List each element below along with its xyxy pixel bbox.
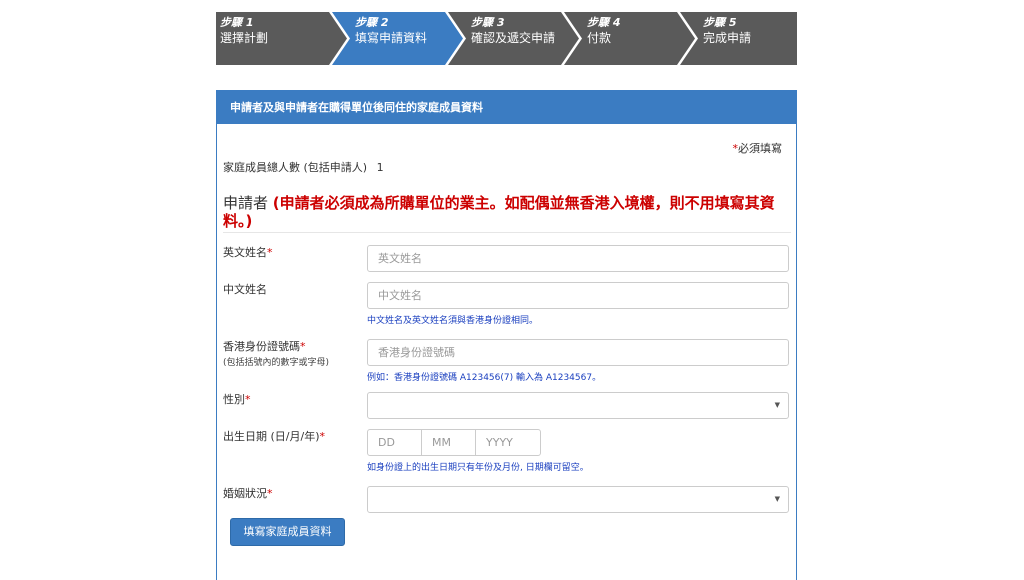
english-name-label: 英文姓名*	[223, 246, 273, 259]
dob-hint: 如身份證上的出生日期只有年份及月份, 日期欄可留空。	[367, 463, 589, 473]
marital-select[interactable]	[367, 486, 789, 513]
member-count-label: 家庭成員總人數 (包括申請人)	[223, 161, 368, 174]
dob-day-input[interactable]: DD	[367, 429, 422, 456]
step-5-shape	[680, 12, 797, 65]
step-1-shape	[216, 12, 347, 65]
chinese-name-input[interactable]: 中文姓名	[367, 282, 789, 309]
divider	[223, 232, 791, 233]
hkid-input[interactable]: 香港身份證號碼	[367, 339, 789, 366]
step-2-shape	[332, 12, 463, 65]
dob-year-input[interactable]: YYYY	[475, 429, 541, 456]
applicant-note: (申請者必須成為所購單位的業主。如配偶並無香港入境權，則不用填寫其資料。)	[223, 194, 775, 230]
chinese-name-hint: 中文姓名及英文姓名須與香港身份證相同。	[367, 316, 539, 326]
required-note: *必須填寫	[733, 140, 783, 156]
applicant-heading: 申請者 (申請者必須成為所購單位的業主。如配偶並無香港入境權，則不用填寫其資料。…	[223, 194, 783, 230]
applicant-label: 申請者	[223, 194, 269, 212]
gender-select[interactable]	[367, 392, 789, 419]
dob-month-input[interactable]: MM	[421, 429, 476, 456]
progress-stepper: 步驟 1 選擇計劃 步驟 2 填寫申請資料 步驟 3 確認及遞交申請 步驟 4 …	[216, 12, 797, 65]
english-name-input[interactable]: 英文姓名	[367, 245, 789, 272]
panel-title: 申請者及與申請者在購得單位後同住的家庭成員資料	[217, 91, 796, 124]
required-text: 必須填寫	[738, 142, 782, 155]
step-3-shape	[448, 12, 579, 65]
member-count-value: 1	[376, 161, 384, 174]
step-4-shape	[564, 12, 695, 65]
hkid-hint: 例如：香港身份證號碼 A123456(7) 輸入為 A1234567。	[367, 373, 602, 383]
hkid-label: 香港身份證號碼* (包括括號內的數字或字母)	[223, 340, 330, 368]
member-count: 家庭成員總人數 (包括申請人) 1	[223, 159, 384, 175]
hkid-sublabel: (包括括號內的數字或字母)	[223, 358, 330, 368]
fill-family-button[interactable]: 填寫家庭成員資料	[230, 518, 345, 546]
applicant-panel: 申請者及與申請者在購得單位後同住的家庭成員資料 *必須填寫 家庭成員總人數 (包…	[216, 90, 797, 580]
chinese-name-label: 中文姓名	[223, 283, 267, 296]
marital-label: 婚姻狀況*	[223, 487, 273, 500]
gender-label: 性別*	[223, 393, 251, 406]
stepper-arrows	[216, 12, 797, 65]
dob-label: 出生日期 (日/月/年)*	[223, 430, 325, 443]
